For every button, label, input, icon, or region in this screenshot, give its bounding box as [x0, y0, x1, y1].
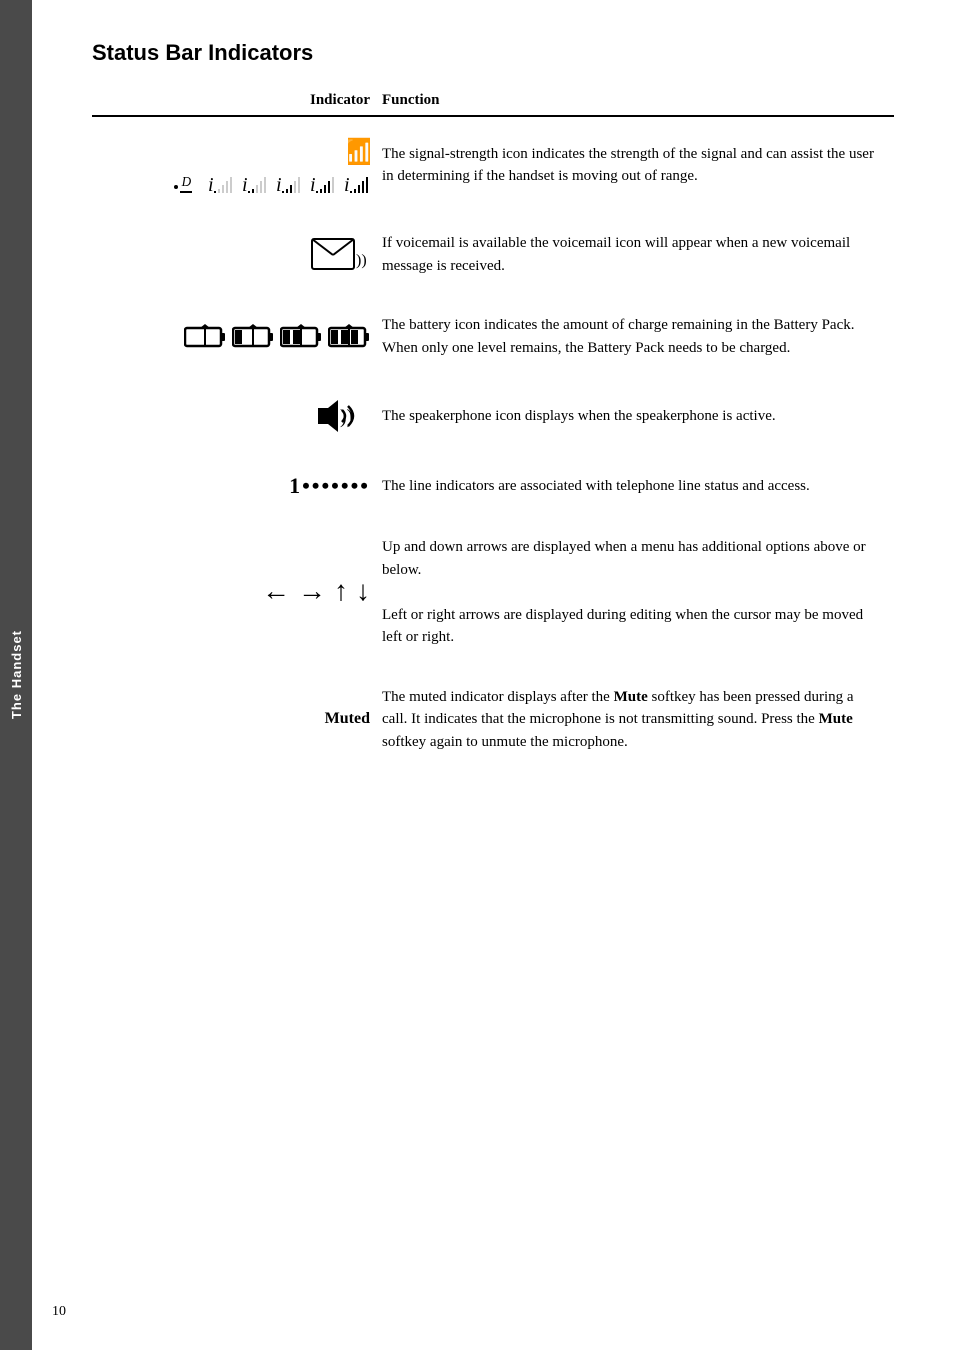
- table-row: )) If voicemail is available the voicema…: [92, 214, 894, 296]
- page-number: 10: [52, 1304, 66, 1320]
- muted-mute-bold-1: Mute: [614, 689, 648, 705]
- signal-icon-level3: i: [310, 167, 336, 195]
- battery-icon-0: [184, 323, 226, 351]
- line-function-cell: The line indicators are associated with …: [382, 455, 894, 518]
- table-row: ← → ↑ ↓ Up and down arrows are displayed…: [92, 518, 894, 668]
- signal-icon-level1: i: [242, 167, 268, 195]
- battery-function-cell: The battery icon indicates the amount of…: [382, 296, 894, 378]
- line-indicator-icon: 1•••••••: [289, 473, 370, 499]
- signal-indicator-cell: 📶 ᴰ: [92, 116, 382, 214]
- line-indicator-cell: 1•••••••: [92, 455, 382, 518]
- arrow-down-icon: ↓: [356, 576, 370, 608]
- battery-icon-1: [232, 323, 274, 351]
- muted-mute-bold-2: Mute: [819, 711, 853, 727]
- svg-text:i: i: [208, 174, 214, 195]
- table-row: )) The speakerphone icon displays when t…: [92, 378, 894, 455]
- arrows-indicator-cell: ← → ↑ ↓: [92, 518, 382, 668]
- col-header-function: Function: [382, 86, 894, 116]
- speakerphone-function-cell: The speakerphone icon displays when the …: [382, 378, 894, 455]
- line-function-text: The line indicators are associated with …: [382, 478, 810, 494]
- sidebar-tab: The Handset: [0, 0, 32, 1350]
- signal-icon-level2: i: [276, 167, 302, 195]
- arrows-function-text-2: Left or right arrows are displayed durin…: [382, 607, 863, 646]
- svg-text:)): )): [340, 406, 353, 428]
- arrow-left-icon: ←: [262, 576, 290, 608]
- signal-group: ᴰ i: [92, 165, 370, 195]
- table-row: The battery icon indicates the amount of…: [92, 296, 894, 378]
- signal-icon-1: ᴰ: [172, 165, 200, 195]
- indicator-table: Indicator Function 📶: [92, 86, 894, 772]
- svg-text:i: i: [310, 174, 316, 195]
- arrows-function-text-1: Up and down arrows are displayed when a …: [382, 539, 866, 578]
- battery-function-text: The battery icon indicates the amount of…: [382, 317, 854, 356]
- arrows-icon-wrap: ← → ↑ ↓: [92, 576, 370, 608]
- signal-icons: 📶: [92, 135, 370, 165]
- muted-indicator-cell: Muted: [92, 667, 382, 772]
- muted-indicator-label: Muted: [325, 710, 370, 727]
- signal-function-cell: The signal-strength icon indicates the s…: [382, 116, 894, 214]
- voicemail-function-text: If voicemail is available the voicemail …: [382, 235, 850, 274]
- arrow-up-icon: ↑: [334, 576, 348, 608]
- voicemail-icon-wrap: )): [92, 233, 370, 277]
- arrow-right-icon: →: [298, 576, 326, 608]
- battery-indicator-cell: [92, 296, 382, 378]
- svg-text:i: i: [276, 174, 282, 195]
- voicemail-indicator-cell: )): [92, 214, 382, 296]
- arrows-function-cell: Up and down arrows are displayed when a …: [382, 518, 894, 668]
- voicemail-function-cell: If voicemail is available the voicemail …: [382, 214, 894, 296]
- speakerphone-icon-wrap: )): [92, 396, 370, 436]
- battery-icon-3: [328, 323, 370, 351]
- battery-icon-2: [280, 323, 322, 351]
- signal-icon-level0: i: [208, 167, 234, 195]
- voicemail-icon: )): [310, 233, 370, 277]
- svg-text:📶: 📶: [348, 137, 370, 165]
- speakerphone-function-text: The speakerphone icon displays when the …: [382, 408, 776, 424]
- signal-icon-0: 📶: [348, 135, 370, 165]
- line-indicator-wrap: 1•••••••: [92, 473, 370, 499]
- col-header-indicator: Indicator: [92, 86, 382, 116]
- main-content: Status Bar Indicators Indicator Function…: [52, 0, 954, 812]
- signal-icon-level4: i: [344, 167, 370, 195]
- page-title: Status Bar Indicators: [92, 40, 894, 66]
- speakerphone-indicator-cell: )): [92, 378, 382, 455]
- svg-text:i: i: [242, 174, 248, 195]
- muted-function-cell: The muted indicator displays after the M…: [382, 667, 894, 772]
- muted-function-text: The muted indicator displays after the M…: [382, 689, 854, 750]
- battery-icons: [92, 323, 370, 351]
- signal-function-text: The signal-strength icon indicates the s…: [382, 146, 874, 185]
- table-row: 📶 ᴰ: [92, 116, 894, 214]
- sidebar-tab-label: The Handset: [9, 630, 24, 719]
- speakerphone-icon: )): [314, 396, 370, 436]
- svg-text:i: i: [344, 174, 350, 195]
- table-row: 1••••••• The line indicators are associa…: [92, 455, 894, 518]
- table-row: Muted The muted indicator displays after…: [92, 667, 894, 772]
- svg-text:)): )): [356, 252, 367, 269]
